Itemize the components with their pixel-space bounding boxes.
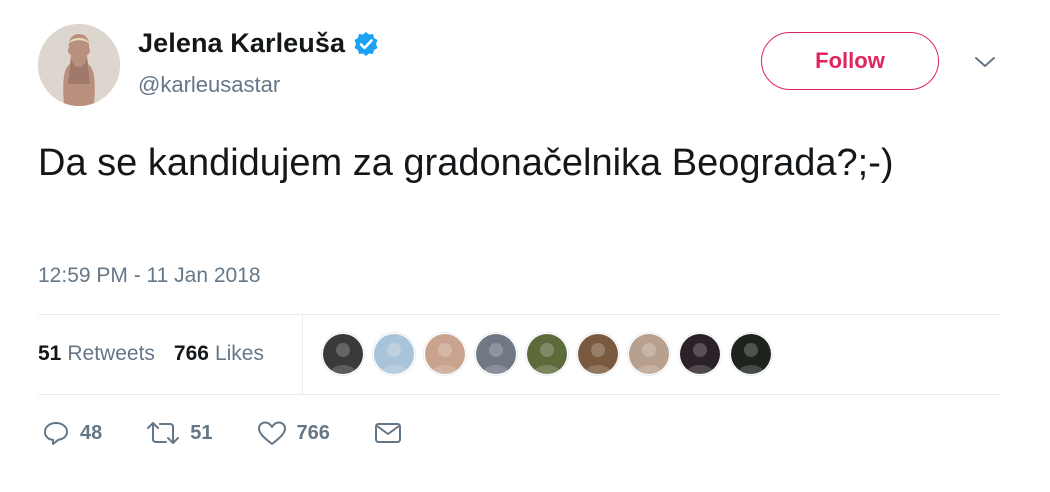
reply-button[interactable]: 48 [42,420,102,446]
like-count: 766 [296,421,330,444]
liker-avatars [322,333,781,375]
liker-avatar-5[interactable] [526,333,568,375]
stats-separator [302,315,303,394]
reply-count: 48 [80,421,103,444]
envelope-icon [374,421,402,445]
liker-avatar-3[interactable] [424,333,466,375]
liker-avatar-2[interactable] [373,333,415,375]
liker-avatar-7[interactable] [628,333,670,375]
retweets-count: 51 [38,342,62,365]
retweets-label: Retweets [67,342,155,365]
author-avatar[interactable] [38,24,120,106]
likes-label: Likes [214,342,264,365]
direct-message-button[interactable] [374,421,402,445]
retweet-button[interactable]: 51 [146,420,213,446]
tweet-stats: 51 Retweets 766 Likes [38,342,283,366]
liker-avatar-4[interactable] [475,333,517,375]
verified-badge-icon [353,31,379,57]
liker-avatar-6[interactable] [577,333,619,375]
author-name[interactable]: Jelena Karleuša [138,28,345,59]
follow-button[interactable]: Follow [761,32,939,90]
chevron-down-icon[interactable] [972,52,998,72]
tweet-text: Da se kandidujem za gradonačelnika Beogr… [38,142,894,184]
retweet-count: 51 [190,421,213,444]
tweet-timestamp[interactable]: 12:59 PM - 11 Jan 2018 [38,264,261,288]
liker-avatar-8[interactable] [679,333,721,375]
liker-avatar-9[interactable] [730,333,772,375]
divider [38,394,1000,395]
liker-avatar-1[interactable] [322,333,364,375]
reply-icon [42,420,70,446]
tweet-actions: 48 51 766 [42,420,446,446]
like-button[interactable]: 766 [257,420,330,446]
heart-icon [257,420,287,446]
likes-stat[interactable]: 766 Likes [174,342,264,366]
divider [38,314,1000,315]
author-handle[interactable]: @karleusastar [138,72,280,98]
retweet-icon [146,420,180,446]
retweets-stat[interactable]: 51 Retweets [38,342,155,366]
likes-count: 766 [173,342,209,365]
